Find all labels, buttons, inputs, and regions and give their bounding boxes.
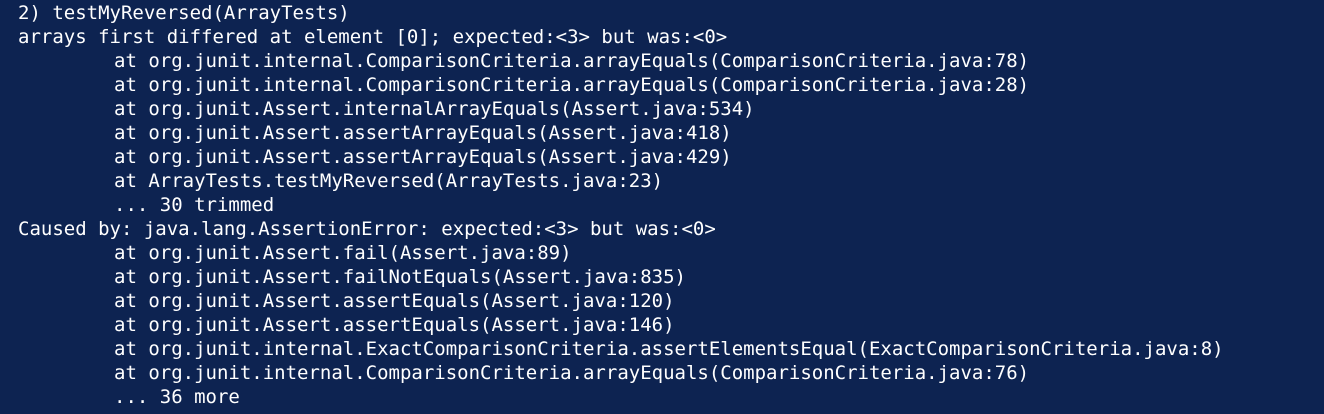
stack-frame: at ArrayTests.testMyReversed(ArrayTests.…	[114, 170, 664, 192]
stack-frame: at org.junit.Assert.assertArrayEquals(As…	[114, 146, 732, 168]
stack-frame: at org.junit.Assert.assertArrayEquals(As…	[114, 122, 732, 144]
terminal-output[interactable]: 2) testMyReversed(ArrayTests) arrays fir…	[0, 0, 1324, 414]
trimmed-frames-note: ... 30 trimmed	[114, 194, 275, 216]
assertion-message: arrays first differed at element [0]; ex…	[18, 26, 728, 48]
stack-frame: at org.junit.Assert.assertEquals(Assert.…	[114, 314, 675, 336]
stack-frame: at org.junit.internal.ComparisonCriteria…	[114, 362, 1030, 384]
test-failure-header: 2) testMyReversed(ArrayTests)	[18, 2, 350, 24]
stack-frame: at org.junit.internal.ComparisonCriteria…	[114, 74, 1030, 96]
stack-frame: at org.junit.internal.ExactComparisonCri…	[114, 338, 1224, 360]
stack-frame: at org.junit.internal.ComparisonCriteria…	[114, 50, 1030, 72]
stack-frame: at org.junit.Assert.internalArrayEquals(…	[114, 98, 755, 120]
stack-frame: at org.junit.Assert.fail(Assert.java:89)	[114, 242, 572, 264]
stack-frame: at org.junit.Assert.assertEquals(Assert.…	[114, 290, 675, 312]
stack-frame: at org.junit.Assert.failNotEquals(Assert…	[114, 266, 686, 288]
more-frames-note: ... 36 more	[114, 386, 240, 408]
caused-by-message: Caused by: java.lang.AssertionError: exp…	[18, 218, 716, 240]
